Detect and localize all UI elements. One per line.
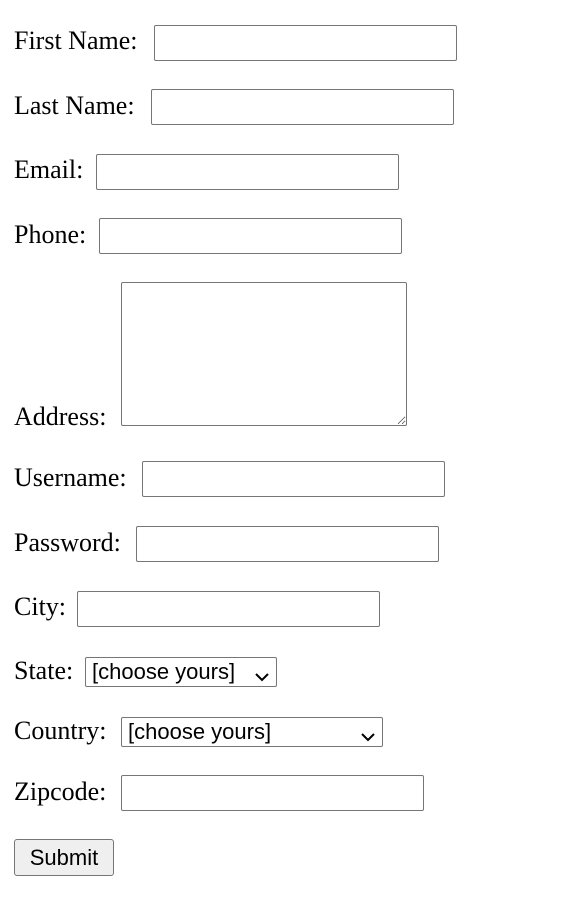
- state-select[interactable]: [choose yours]: [85, 657, 277, 687]
- city-row: City:: [14, 592, 66, 622]
- first-name-label: First Name:: [14, 26, 138, 55]
- zipcode-row: Zipcode:: [14, 777, 106, 807]
- address-textarea[interactable]: [121, 282, 407, 426]
- email-input[interactable]: [96, 154, 399, 190]
- zipcode-label: Zipcode:: [14, 777, 107, 806]
- last-name-input[interactable]: [151, 89, 454, 125]
- email-row: Email:: [14, 155, 83, 185]
- zipcode-input[interactable]: [121, 775, 424, 811]
- country-label: Country:: [14, 716, 107, 745]
- username-input[interactable]: [142, 461, 445, 497]
- country-row: Country:: [14, 716, 106, 746]
- last-name-label: Last Name:: [14, 91, 135, 120]
- city-label: City:: [14, 592, 67, 621]
- chevron-down-icon: [254, 664, 270, 682]
- password-input[interactable]: [136, 526, 439, 562]
- username-label: Username:: [14, 463, 127, 492]
- state-label: State:: [14, 656, 74, 685]
- phone-row: Phone:: [14, 220, 86, 250]
- address-label: Address:: [14, 402, 107, 431]
- phone-label: Phone:: [14, 220, 87, 249]
- country-selected-value: [choose yours]: [128, 719, 272, 744]
- state-row: State:: [14, 656, 73, 686]
- state-selected-value: [choose yours]: [92, 659, 236, 684]
- country-select[interactable]: [choose yours]: [121, 717, 383, 747]
- email-label: Email:: [14, 155, 84, 184]
- submit-button[interactable]: Submit: [14, 839, 114, 876]
- address-row: Address:: [14, 402, 106, 432]
- password-row: Password:: [14, 528, 121, 558]
- last-name-row: Last Name:: [14, 91, 135, 121]
- phone-input[interactable]: [99, 218, 402, 254]
- username-row: Username:: [14, 463, 127, 493]
- password-label: Password:: [14, 528, 121, 557]
- chevron-down-icon: [360, 724, 376, 742]
- first-name-row: First Name:: [14, 26, 138, 56]
- first-name-input[interactable]: [154, 25, 457, 61]
- city-input[interactable]: [77, 591, 380, 627]
